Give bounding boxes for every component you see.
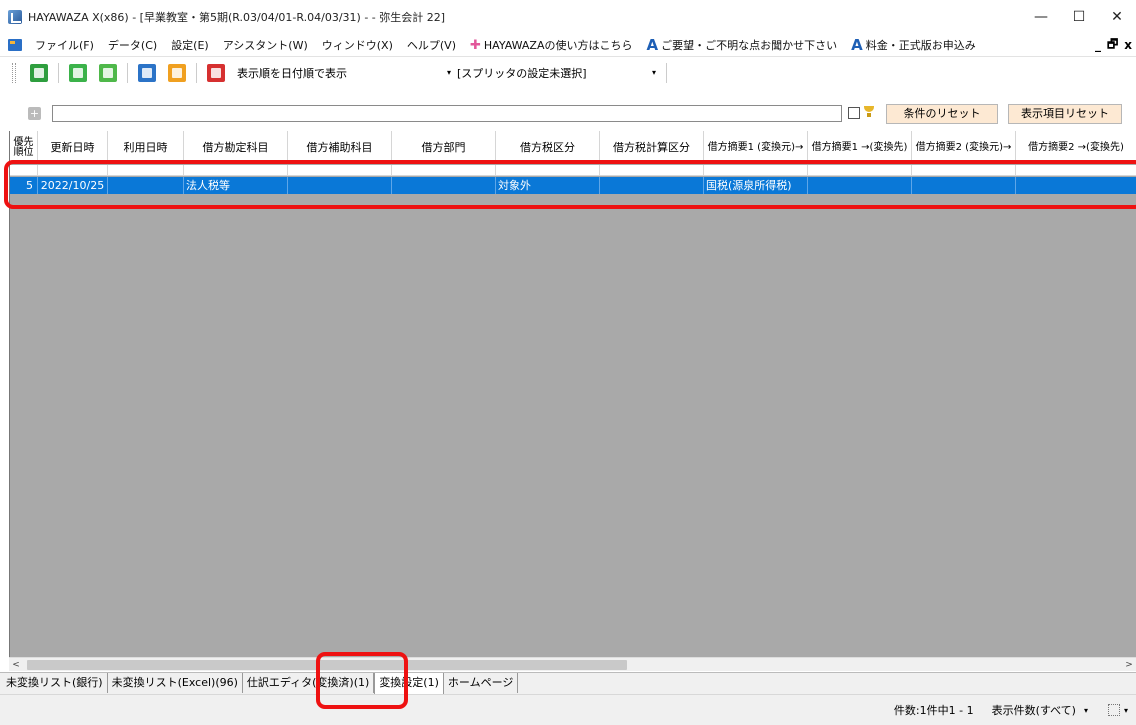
tab-bar: 未変換リスト(銀行) 未変換リスト(Excel)(96) 仕訳エディタ(変換済)(1… — [0, 672, 1136, 695]
window-title: HAYAWAZA X(x86) - [早業教室・第5期(R.03/04/01-R… — [28, 11, 446, 24]
record-count: 件数:1件中1 - 1 — [893, 704, 974, 717]
highlight-box-tab — [316, 652, 408, 709]
toolbar-separator — [196, 62, 197, 83]
layout-icon[interactable] — [1107, 704, 1120, 716]
reset-conditions-button[interactable]: 条件のリセット — [886, 104, 998, 124]
tab-unconverted-bank[interactable]: 未変換リスト(銀行) — [2, 673, 108, 693]
spliter-dropdown-arrow-icon[interactable]: ▾ — [652, 68, 656, 77]
toolbar-separator — [127, 62, 128, 83]
maximize-button[interactable]: ☐ — [1060, 0, 1098, 34]
delete-icon[interactable] — [207, 63, 225, 82]
toolbar-separator — [58, 62, 59, 83]
spliter-select[interactable]: [スプリッタの設定未選択] — [457, 65, 652, 81]
close-button[interactable]: ✕ — [1098, 0, 1136, 34]
status-bar: 件数:1件中1 - 1 表示件数(すべて) ▾ ▾ — [0, 694, 1136, 725]
plus-icon: ✚ — [470, 37, 481, 53]
horizontal-scrollbar[interactable]: < > — [9, 657, 1136, 671]
mdi-close-button[interactable]: x — [1124, 38, 1132, 52]
display-count-select[interactable]: 表示件数(すべて) — [992, 702, 1076, 718]
title-bar: HAYAWAZA X(x86) - [早業教室・第5期(R.03/04/01-R… — [0, 0, 1136, 34]
menu-feedback[interactable]: A ご要望・ご不明な点お聞かせ下さい — [640, 36, 845, 54]
menu-data[interactable]: データ(C) — [101, 37, 164, 53]
mdi-restore-button[interactable]: 🗗 — [1107, 35, 1118, 56]
menu-assistant[interactable]: アシスタント(W) — [216, 37, 315, 53]
edit-icon[interactable] — [99, 63, 117, 82]
menu-window[interactable]: ウィンドウ(X) — [315, 37, 400, 53]
filter-input[interactable] — [52, 105, 842, 122]
display-count-arrow-icon[interactable]: ▾ — [1084, 706, 1088, 715]
menu-pricing-label: 料金・正式版お申込み — [865, 39, 976, 52]
mdi-document-icon[interactable] — [8, 39, 22, 51]
trophy-icon — [864, 106, 874, 118]
reset-columns-button[interactable]: 表示項目リセット — [1008, 104, 1122, 124]
highlight-box-row — [4, 160, 1136, 209]
layout-arrow-icon[interactable]: ▾ — [1124, 706, 1128, 715]
sort-dropdown-arrow-icon[interactable]: ▾ — [447, 68, 451, 77]
scroll-right-icon[interactable]: > — [1122, 658, 1136, 672]
menu-bar: ファイル(F) データ(C) 設定(E) アシスタント(W) ウィンドウ(X) … — [0, 34, 1136, 56]
toolbar-separator — [666, 62, 668, 83]
tab-unconverted-excel[interactable]: 未変換リスト(Excel)(96) — [108, 673, 243, 693]
menu-file[interactable]: ファイル(F) — [28, 37, 101, 53]
menu-howto-label: HAYAWAZAの使い方はこちら — [483, 39, 633, 52]
minimize-button[interactable]: — — [1022, 0, 1060, 34]
mdi-minimize-button[interactable]: _ — [1095, 38, 1101, 52]
menu-howto[interactable]: ✚ HAYAWAZAの使い方はこちら — [463, 37, 640, 53]
sheet-icon[interactable] — [69, 63, 87, 82]
sort-order-select[interactable]: 表示順を日付順で表示 — [237, 65, 447, 81]
filter-row: + 条件のリセット 表示項目リセット — [0, 100, 1136, 128]
mdi-controls: _ 🗗 x — [1095, 34, 1132, 56]
new-icon[interactable] — [30, 63, 48, 82]
window-controls: — ☐ ✕ — [1022, 0, 1136, 34]
menu-help[interactable]: ヘルプ(V) — [400, 37, 463, 53]
import-icon[interactable] — [138, 63, 156, 82]
menu-feedback-label: ご要望・ご不明な点お聞かせ下さい — [661, 39, 838, 52]
filter-checkbox[interactable] — [848, 107, 860, 119]
toolbar: 表示順を日付順で表示 ▾ [スプリッタの設定未選択] ▾ — [0, 56, 1136, 88]
a-logo-icon: A — [646, 36, 659, 54]
menu-pricing[interactable]: A 料金・正式版お申込み — [844, 36, 983, 54]
export-icon[interactable] — [168, 63, 186, 82]
expand-icon[interactable]: + — [28, 107, 41, 120]
toolbar-grip[interactable] — [12, 62, 16, 83]
app-icon — [8, 10, 22, 24]
tab-homepage[interactable]: ホームページ — [444, 673, 519, 693]
a-logo-icon: A — [851, 36, 863, 54]
data-grid: 優先順位 更新日時 利用日時 借方勘定科目 借方補助科目 借方部門 借方税区分 借方税計算区分… — [9, 131, 1136, 657]
scroll-left-icon[interactable]: < — [9, 658, 23, 672]
menu-settings[interactable]: 設定(E) — [164, 37, 216, 53]
